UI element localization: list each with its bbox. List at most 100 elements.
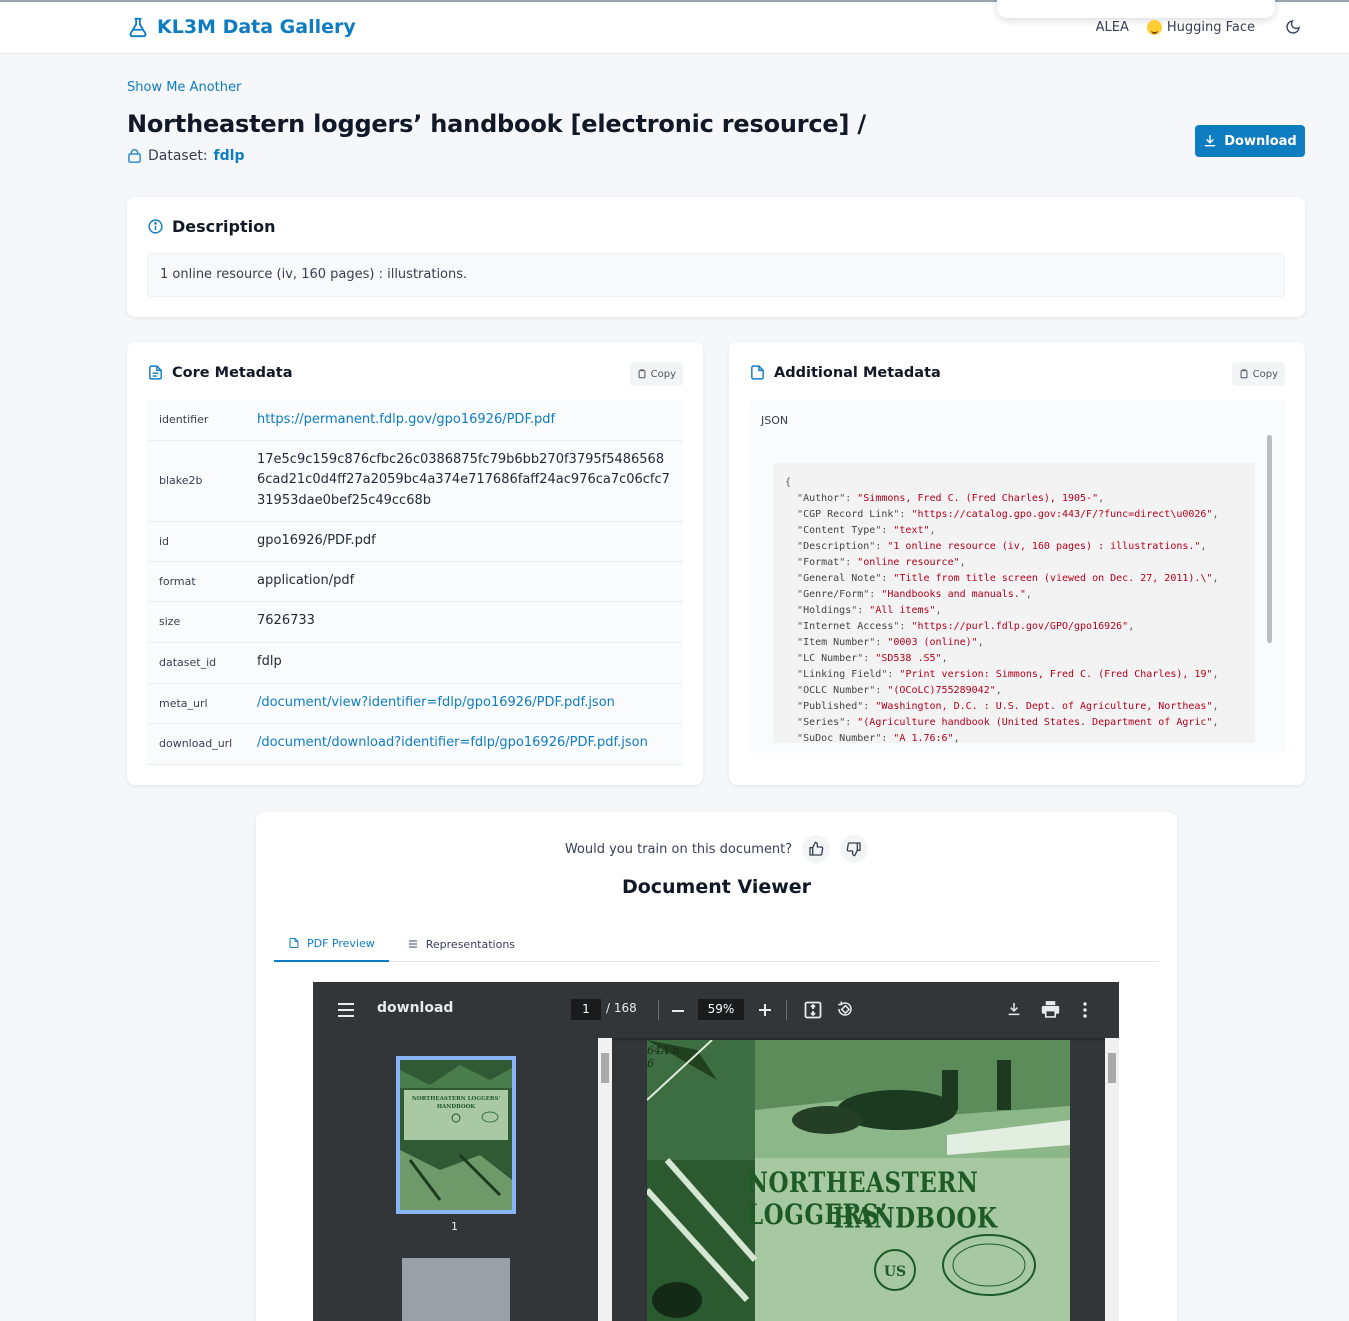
json-key: Item Number [803,637,870,648]
json-key: OCLC Number [803,685,870,696]
additional-metadata-heading: Additional Metadata [749,364,941,381]
json-value: Print version: Simmons, Fred C. (Fred Ch… [905,669,1207,680]
core-metadata-table: identifier https://permanent.fdlp.gov/gpo… [147,400,683,765]
rotate-icon[interactable] [836,1000,854,1018]
sidebar-scrollbar[interactable] [598,1038,612,1321]
json-open-brace: { [785,477,792,488]
json-value: (OCoLC)755289042 [893,685,990,696]
thumbs-up-icon [809,841,824,856]
metadata-row: size 7626733 [147,601,683,642]
json-line: "Series": "(Agriculture handbook (United… [785,717,1219,728]
download-button[interactable]: Download [1195,125,1305,157]
json-key: Description [803,541,870,552]
hamburger-menu-icon[interactable] [337,1002,355,1018]
page-total: / 168 [606,1001,637,1015]
json-key: Genre/Form [803,589,864,600]
json-value: text [899,525,924,536]
nav-hugging-face-label: Hugging Face [1166,19,1255,35]
description-heading: Description [147,217,275,236]
json-value: online resource [863,557,954,568]
nav-hugging-face-link[interactable]: Hugging Face [1146,19,1255,35]
json-value: 1 online resource (iv, 160 pages) : illu… [893,541,1195,552]
json-line: "Description": "1 online resource (iv, 1… [785,541,1207,552]
json-value: https://catalog.gpo.gov:443/F/?func=dire… [917,509,1207,520]
metadata-row: meta_url/document/view?identifier=fdlp/g… [147,683,683,723]
dataset-line: Dataset: fdlp [127,148,244,164]
clipboard-icon [638,369,646,379]
tab-pdf-preview-label: PDF Preview [307,936,375,950]
thumbs-down-button[interactable] [840,835,869,863]
more-options-icon[interactable] [1082,1001,1088,1019]
pdf-thumbnail-sidebar: NORTHEASTERN LOGGERS' HANDBOOK 1 [313,1038,598,1321]
clipboard-icon [1240,369,1248,379]
json-line: "SuDoc Number": "A 1.76:6", [785,733,960,743]
json-value: All items [875,605,930,616]
description-text: 1 online resource (iv, 160 pages) : illu… [147,253,1285,297]
viewer-tabs: PDF Preview Representations [274,926,1159,962]
metadata-value-link[interactable]: https://permanent.fdlp.gov/gpo16926/PDF.… [257,412,555,427]
json-value: 0003 (online) [893,637,972,648]
additional-metadata-heading-text: Additional Metadata [774,364,941,381]
fit-page-icon[interactable] [804,1001,822,1019]
database-icon [128,148,141,163]
page-scrollbar[interactable] [1105,1038,1119,1321]
json-key: Series [803,717,840,728]
cover-title-line2: HANDBOOK [833,1202,998,1235]
metadata-row: download_url/document/download?identifie… [147,723,683,764]
document-icon [149,365,162,380]
core-metadata-copy-button[interactable]: Copy [629,362,683,386]
additional-metadata-card: Additional Metadata Copy JSON { "Author"… [729,342,1305,785]
core-metadata-heading-text: Core Metadata [172,364,293,381]
brand-link[interactable]: KL3M Data Gallery [127,16,356,38]
metadata-row: dataset_id fdlp [147,642,683,683]
tab-pdf-preview[interactable]: PDF Preview [274,926,389,962]
json-key: General Note [803,573,876,584]
top-nav-links: ALEA Hugging Face [1096,19,1301,35]
json-line: "Item Number": "0003 (online)", [785,637,984,648]
page-thumbnail[interactable]: NORTHEASTERN LOGGERS' HANDBOOK [396,1056,516,1214]
metadata-key: identifier [159,413,209,427]
metadata-value-link[interactable]: /document/download?identifier=fdlp/gpo16… [257,735,648,750]
json-key: Linking Field [803,669,882,680]
svg-text:US: US [884,1264,906,1280]
nav-alea-link[interactable]: ALEA [1096,20,1129,35]
json-key: Format [803,557,840,568]
tab-representations[interactable]: Representations [393,926,529,962]
json-line: "LC Number": "SD538 .S5", [785,653,948,664]
metadata-key: download_url [159,737,233,750]
train-question-text: Would you train on this document? [564,841,793,857]
page-number-input[interactable]: 1 [571,999,601,1020]
show-me-another-link[interactable]: Show Me Another [127,80,241,95]
download-icon[interactable] [1006,1001,1022,1017]
json-code-block[interactable]: { "Author": "Simmons, Fred C. (Fred Char… [773,463,1255,743]
thumbs-up-button[interactable] [802,835,831,863]
json-key: Content Type [803,525,876,536]
brand-title: KL3M Data Gallery [157,16,356,38]
json-key: SuDoc Number [803,733,876,743]
file-icon [751,365,764,380]
moon-icon [1286,20,1300,34]
json-scrollbar[interactable] [1267,435,1272,643]
json-key: Author [803,493,840,504]
hugging-face-icon [1146,19,1162,35]
zoom-out-icon[interactable] [671,1004,685,1018]
handwritten-note: 64A h 6 [647,1044,680,1070]
json-line: "General Note": "Title from title screen… [785,573,1219,584]
pdf-toolbar: download 1 / 168 59% [313,982,1119,1038]
theme-toggle-button[interactable] [1285,19,1301,35]
zoom-in-icon[interactable] [758,1003,772,1017]
zoom-level[interactable]: 59% [698,999,744,1020]
dataset-link[interactable]: fdlp [214,148,245,164]
json-line: "Author": "Simmons, Fred C. (Fred Charle… [785,493,1105,504]
document-viewer-title: Document Viewer [621,876,812,898]
json-line: "Published": "Washington, D.C. : U.S. De… [785,701,1219,712]
print-icon[interactable] [1041,1000,1060,1018]
metadata-row: format application/pdf [147,561,683,601]
additional-metadata-copy-button[interactable]: Copy [1231,362,1285,386]
list-icon [408,940,417,948]
json-panel: JSON { "Author": "Simmons, Fred C. (Fred… [749,400,1285,753]
train-question: Would you train on this document? [256,835,1177,863]
json-key: Holdings [803,605,852,616]
page-thumbnail-placeholder[interactable] [402,1258,510,1321]
metadata-value-link[interactable]: /document/view?identifier=fdlp/gpo16926/… [257,695,615,710]
